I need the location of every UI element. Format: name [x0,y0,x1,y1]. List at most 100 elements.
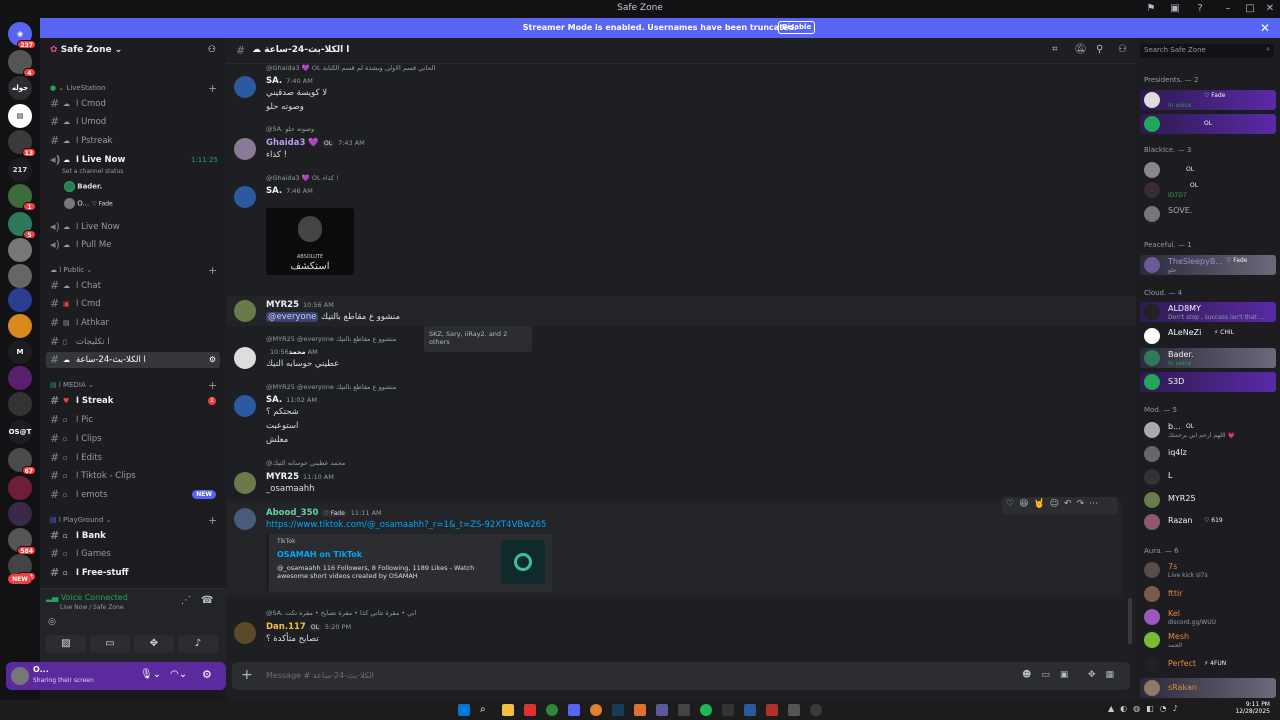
channel-edits[interactable]: # ▫ ا Edits [50,450,220,466]
author[interactable]: MYR25 [266,472,299,482]
channel-clips[interactable]: # ▫ ا Clips [50,431,220,447]
avatar[interactable] [234,622,256,644]
app-icon[interactable] [744,704,756,716]
app-icon[interactable] [524,704,536,716]
server-icon[interactable]: 67 [8,448,36,475]
category-playground[interactable]: ▤ ا PlayGround ⌄ + [50,514,217,527]
reply-preview[interactable]: @MYR25 @everyone منشوو ع مقاطع بالتيك [266,383,396,391]
channel-cmod[interactable]: # ☁ ا Cmod [50,96,220,112]
close-button[interactable]: ✕ [1262,2,1278,16]
server-icon[interactable] [8,476,32,500]
avatar[interactable] [11,667,29,685]
chrome-icon[interactable] [546,704,558,716]
mention[interactable]: @everyone [266,312,319,322]
add-channel-icon[interactable]: + [208,82,217,95]
noise-icon[interactable]: ⋰ [181,595,191,606]
voice-channel-pull-me[interactable]: ◂) ☁ ا Pull Me [50,237,220,253]
maximize-button[interactable]: □ [1242,2,1258,16]
avatar[interactable] [234,300,256,322]
server-icon[interactable] [8,264,32,288]
member[interactable]: b... OL اللهم ارحم ابي برحمتك 💗 [1140,420,1276,440]
avatar[interactable] [234,138,256,160]
member[interactable]: MYR25 [1140,490,1276,510]
start-icon[interactable] [458,704,470,716]
soundboard-button[interactable]: ♪ [178,635,218,653]
server-icon[interactable]: ▤ [8,104,32,128]
message-input[interactable]: Message # الكلا-بث-24-ساعة [266,671,374,680]
scrollbar[interactable] [1128,598,1132,644]
member[interactable]: 7s Live kick sl7s [1140,560,1276,580]
channel-status[interactable]: Set a channel status [62,168,123,175]
tray-icons[interactable]: ▲◐◍◧◔♪ [1108,704,1184,713]
channel-cmd[interactable]: # ▣ ا Cmd [50,296,220,312]
avatar[interactable] [234,472,256,494]
voice-user[interactable]: O... ♡ Fade [64,198,113,209]
channel-tiktok-clips[interactable]: # ▫ ا Tiktok - Clips [50,468,220,484]
member[interactable]: ALeNeZi ⚡ CHIL [1140,326,1276,346]
channel-streak[interactable]: # ♥ ا Streak 1 [50,393,220,409]
screen-icon[interactable]: ▣ [1167,2,1183,16]
server-icon[interactable]: 584 [8,528,36,555]
member[interactable]: OL [1140,160,1276,180]
member[interactable]: fttir [1140,584,1276,604]
server-icon[interactable]: 1 [8,184,36,211]
explorer-icon[interactable] [502,704,514,716]
server-icon[interactable] [8,238,32,262]
channel-pic[interactable]: # ▫ ا Pic [50,412,220,428]
apps-icon[interactable]: ✥▦ [1088,670,1124,680]
author[interactable]: SA. [266,186,282,196]
avatar[interactable] [234,395,256,417]
server-icon[interactable] [8,366,32,390]
settings-icon[interactable]: ⚙ [202,668,212,681]
add-attachment-icon[interactable]: + [241,667,253,683]
channel-bank[interactable]: # ▫ ا Bank [50,528,220,544]
app-icon[interactable] [788,704,800,716]
author[interactable]: محمد [289,348,306,356]
embed-thumbnail[interactable] [501,540,545,584]
home-server-icon[interactable]: ◉ 237 [8,22,36,49]
member[interactable]: OL [1140,114,1276,134]
server-label[interactable]: جوله [8,76,32,100]
member[interactable]: L [1140,467,1276,487]
app-icon[interactable] [810,704,822,716]
members-icon[interactable]: ⚇ [1118,44,1127,55]
avatar[interactable] [234,508,256,530]
steam-icon[interactable] [612,704,624,716]
server-icon[interactable]: 13 [8,130,36,157]
channel-free-stuff[interactable]: # ▫ ا Free-stuff [50,565,220,581]
krisp-icon[interactable]: ◎ [48,617,56,627]
avatar[interactable] [234,76,256,98]
server-label[interactable]: OS@T [8,420,32,444]
add-member-icon[interactable]: ⚇ [208,45,216,55]
reply-preview[interactable]: @SA. وصوته حلو [266,125,314,133]
spotify-icon[interactable] [700,704,712,716]
reply-preview[interactable]: @MYR25 @everyone منشوو ع مقاطع بالتيك [266,335,396,343]
member[interactable]: Mesh الحمد [1140,630,1276,650]
category-livestation[interactable]: ● ⌄ LiveStation + [50,82,217,95]
author[interactable]: Dan.117 [266,622,306,632]
member[interactable]: OL ID7D7 [1140,180,1276,200]
app-icon[interactable] [678,704,690,716]
voice-channel-live-now[interactable]: ◂) ☁ ا Live Now 1:11:25 [50,152,220,168]
app-icon[interactable] [766,704,778,716]
channel-chat[interactable]: # ☁ ا Chat [50,278,220,294]
channel-emots[interactable]: # ▫ ا emots NEW [50,487,220,503]
member[interactable]: ♡ Fade In voice [1140,90,1276,110]
m-logo-icon[interactable]: M [8,340,32,364]
discord-icon[interactable] [568,704,580,716]
minimize-button[interactable]: – [1220,2,1236,16]
member[interactable]: Bader. In voice [1140,348,1276,368]
voice-connected[interactable]: ▂▄ Voice Connected [46,593,128,602]
reply-preview[interactable]: @Ghaida3 💜 OL الحاني قسم الاولى وبشدة لم… [266,64,435,72]
channel-tkl[interactable]: # ▯ ا تكليجات [50,334,220,350]
inbox-icon[interactable]: ⚑ [1143,2,1159,16]
disconnect-icon[interactable]: ☎ [201,595,213,606]
composer-actions[interactable]: ☻▭▣ [1022,670,1078,680]
member[interactable]: ALD8MY Don't stop , success isn't that ..… [1140,302,1276,322]
message-composer[interactable]: + Message # الكلا-بث-24-ساعة ☻▭▣ ✥▦ [232,662,1130,690]
reply-preview[interactable]: @Ghaida3 💜 OL كذاء ! [266,174,339,182]
app-icon[interactable] [656,704,668,716]
member[interactable]: Razan ♡ 619 [1140,512,1276,532]
server-icon[interactable] [8,502,32,526]
settings-icon[interactable]: ⚙ [209,352,216,368]
